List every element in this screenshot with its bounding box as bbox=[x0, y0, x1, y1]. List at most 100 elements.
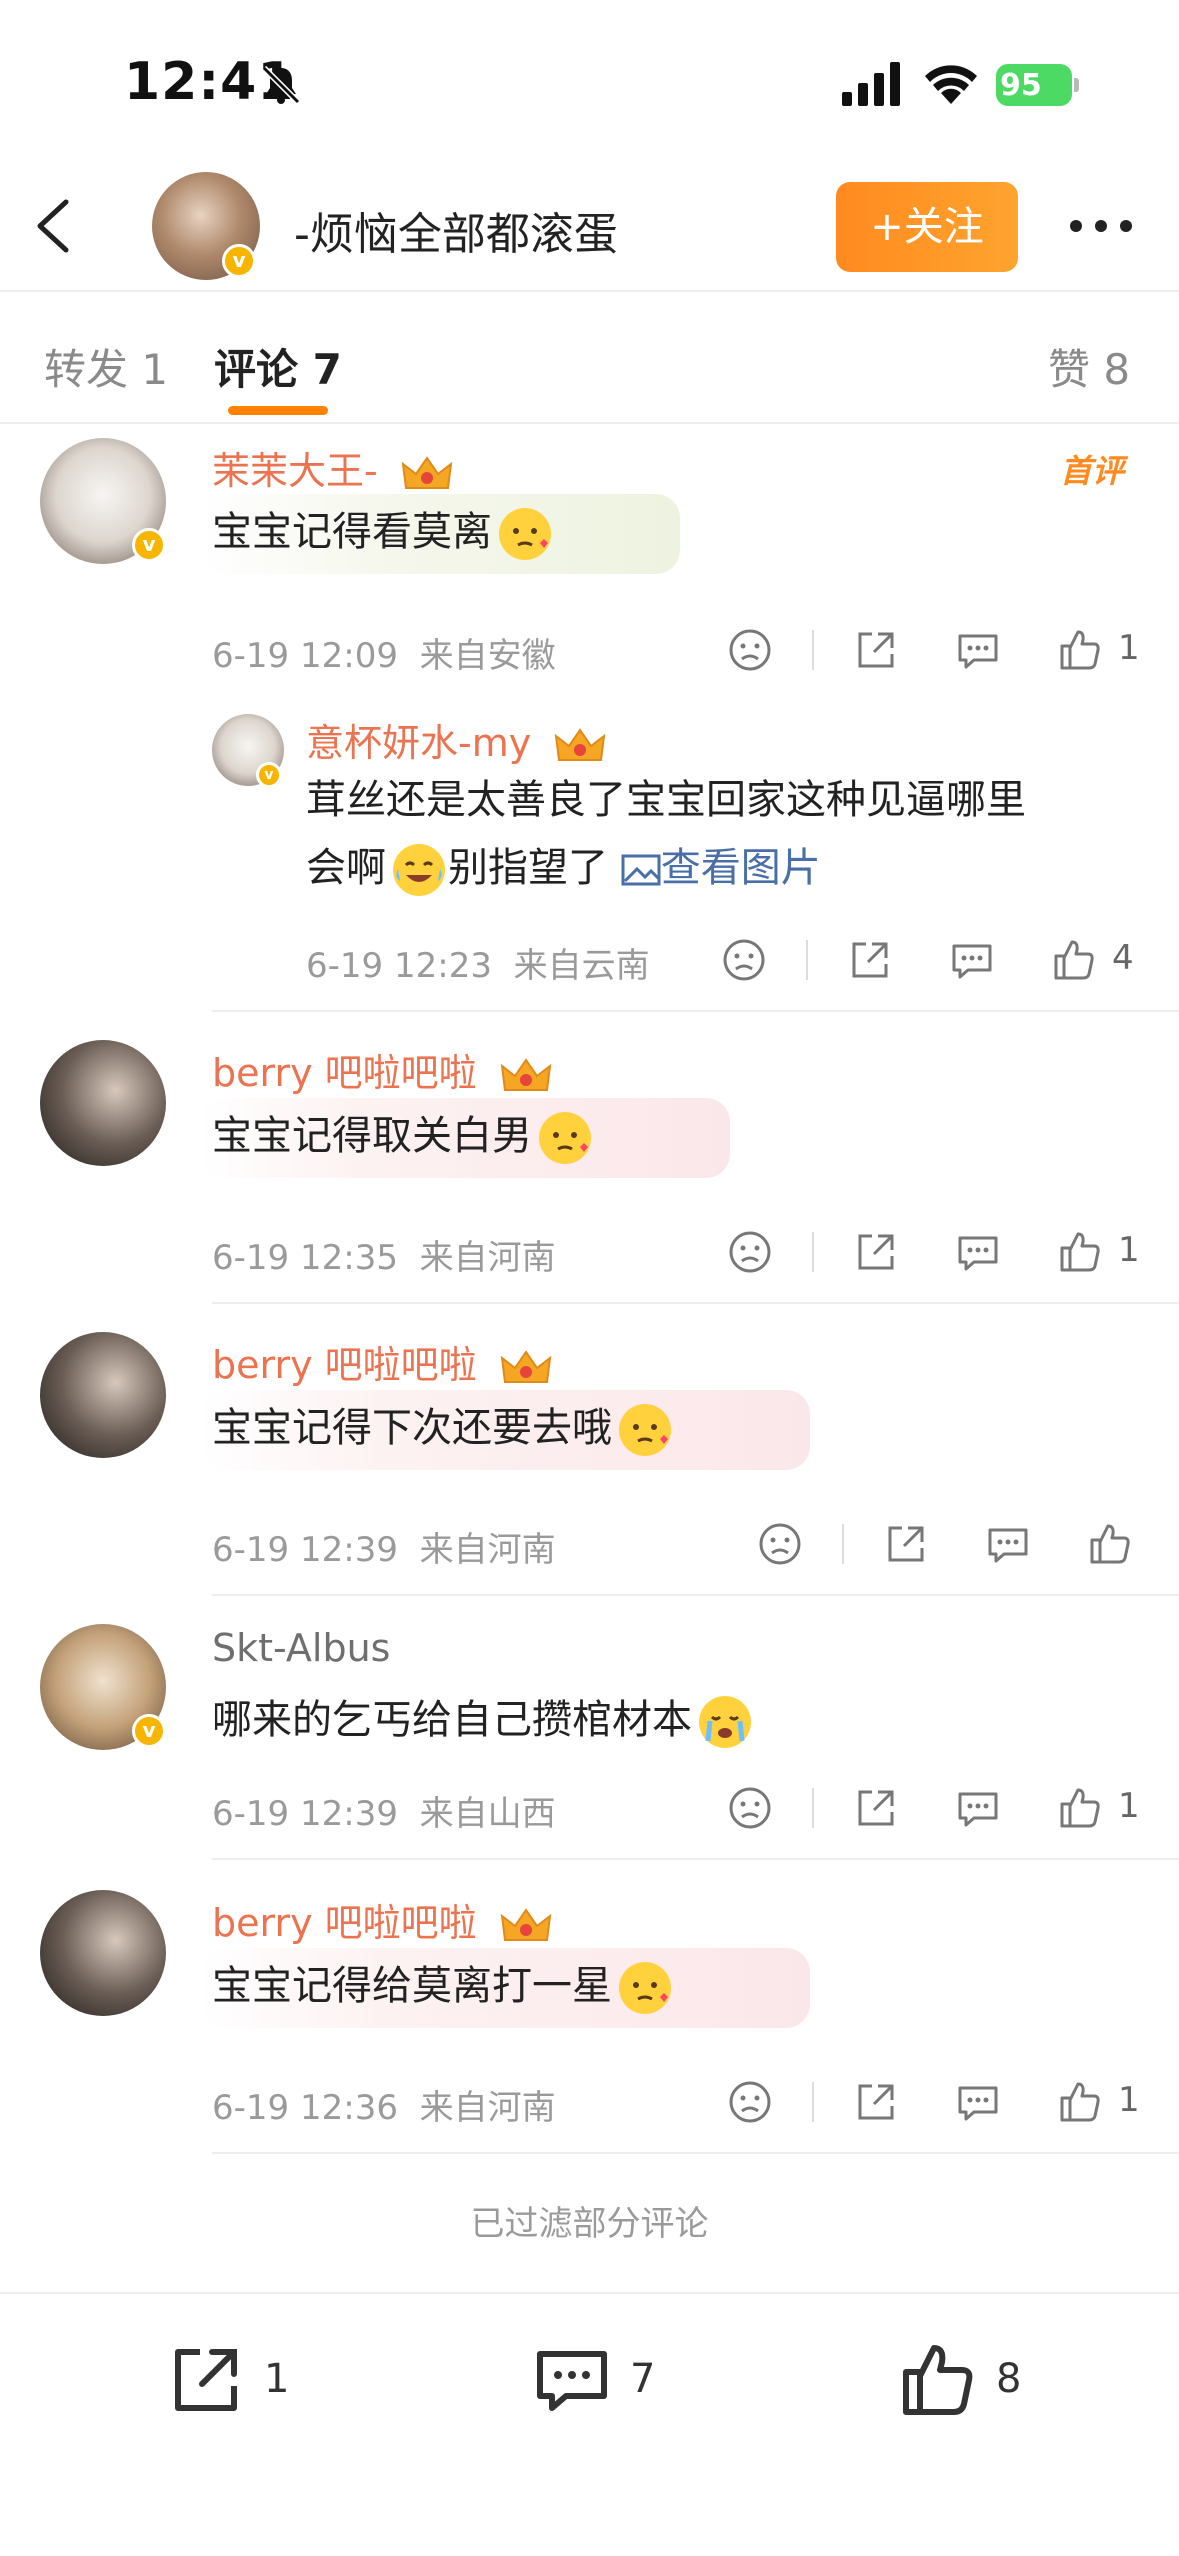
comment-item: berry 吧啦吧啦 宝宝记得取关白男 6-19 12:35 来自河南 1 bbox=[0, 1040, 1179, 1304]
comment-meta: 6-19 12:39 来自山西 bbox=[212, 1794, 556, 1834]
back-arrow-icon[interactable] bbox=[30, 194, 78, 258]
reply-icon[interactable] bbox=[954, 2078, 1002, 2126]
comment-actions bbox=[756, 1520, 1179, 1580]
share-icon[interactable] bbox=[852, 1784, 900, 1832]
comment-actions: 1 bbox=[726, 1228, 1166, 1288]
tab-repost[interactable]: 转发 1 bbox=[44, 336, 168, 397]
commenter-avatar[interactable] bbox=[40, 1332, 166, 1458]
share-icon[interactable] bbox=[852, 626, 900, 674]
crown-badge-icon bbox=[500, 1349, 552, 1383]
comment-item: berry 吧啦吧啦 宝宝记得给莫离打一星 6-19 12:36 来自河南 1 bbox=[0, 1890, 1179, 2154]
comment-item: berry 吧啦吧啦 宝宝记得下次还要去哦 6-19 12:39 来自河南 bbox=[0, 1332, 1179, 1596]
dislike-face-icon[interactable] bbox=[726, 626, 774, 674]
dislike-face-icon[interactable] bbox=[726, 1228, 774, 1276]
bottom-action-bar: 1 7 8 bbox=[0, 2292, 1179, 2556]
cellular-signal-icon bbox=[842, 62, 900, 106]
battery-icon: 95 bbox=[996, 64, 1080, 106]
like-thumb-icon[interactable] bbox=[1050, 936, 1098, 984]
share-icon[interactable] bbox=[882, 1520, 930, 1568]
comment-meta: 6-19 12:35 来自河南 bbox=[212, 1238, 556, 1278]
comment-meta: 6-19 12:09 来自安徽 bbox=[212, 636, 556, 676]
verified-badge-icon: v bbox=[132, 528, 166, 562]
divider bbox=[212, 1594, 1179, 1596]
commenter-name[interactable]: Skt-Albus bbox=[212, 1626, 390, 1670]
comment-text: 哪来的乞丐给自己攒棺材本 bbox=[212, 1686, 754, 1754]
like-button[interactable]: 8 bbox=[896, 2338, 1096, 2428]
reply-meta: 6-19 12:23 来自云南 bbox=[306, 946, 650, 986]
verified-badge-icon: v bbox=[222, 244, 256, 278]
reply-icon[interactable] bbox=[954, 1228, 1002, 1276]
reply-icon[interactable] bbox=[954, 626, 1002, 674]
like-count: 1 bbox=[1118, 628, 1140, 668]
bell-muted-icon bbox=[261, 65, 301, 105]
follow-button[interactable]: +关注 bbox=[836, 182, 1018, 272]
image-icon bbox=[621, 854, 661, 886]
comment-icon bbox=[537, 2351, 607, 2411]
crown-badge-icon bbox=[500, 1057, 552, 1091]
repost-button[interactable]: 1 bbox=[164, 2338, 364, 2428]
like-count: 4 bbox=[1112, 938, 1134, 978]
like-count: 1 bbox=[1118, 2080, 1140, 2120]
filtered-comments-note: 已过滤部分评论 bbox=[470, 2204, 709, 2244]
emoji-laugh-cry-icon bbox=[393, 844, 445, 896]
emoji-love-icon bbox=[619, 1404, 671, 1456]
dislike-face-icon[interactable] bbox=[726, 2078, 774, 2126]
reply-icon[interactable] bbox=[984, 1520, 1032, 1568]
comment-text: 宝宝记得给莫离打一星 bbox=[212, 1952, 674, 2020]
comment-text: 宝宝记得看莫离 bbox=[212, 498, 554, 566]
commenter-name[interactable]: berry 吧啦吧啦 bbox=[212, 1892, 553, 1947]
emoji-love-icon bbox=[499, 508, 551, 560]
wifi-icon bbox=[925, 65, 977, 104]
comment-button[interactable]: 7 bbox=[530, 2338, 730, 2428]
like-thumb-icon[interactable] bbox=[1056, 1784, 1104, 1832]
dislike-face-icon[interactable] bbox=[720, 936, 768, 984]
share-icon[interactable] bbox=[852, 1228, 900, 1276]
comment-text: 宝宝记得下次还要去哦 bbox=[212, 1394, 674, 1462]
divider bbox=[212, 1858, 1179, 1860]
dislike-face-icon[interactable] bbox=[726, 1784, 774, 1832]
crown-badge-icon bbox=[500, 1907, 552, 1941]
emoji-love-icon bbox=[619, 1962, 671, 2014]
like-count: 1 bbox=[1118, 1230, 1140, 1270]
like-thumb-icon bbox=[903, 2345, 973, 2415]
comment-text: 宝宝记得取关白男 bbox=[212, 1102, 594, 1170]
view-image-link[interactable]: 查看图片 bbox=[621, 845, 821, 891]
reply-name[interactable]: 意杯妍水-my bbox=[306, 712, 607, 767]
more-options-icon[interactable] bbox=[1066, 212, 1136, 240]
commenter-name[interactable]: berry 吧啦吧啦 bbox=[212, 1042, 553, 1097]
active-tab-indicator bbox=[228, 406, 328, 415]
tab-comments[interactable]: 评论 7 bbox=[214, 336, 342, 397]
repost-icon bbox=[175, 2349, 237, 2411]
status-bar: 12:41 95 bbox=[0, 0, 1179, 150]
like-count-total: 8 bbox=[996, 2356, 1022, 2402]
author-name[interactable]: -烦恼全部都滚蛋 bbox=[294, 198, 618, 262]
commenter-name[interactable]: berry 吧啦吧啦 bbox=[212, 1334, 553, 1389]
like-thumb-icon[interactable] bbox=[1056, 626, 1104, 674]
like-count: 1 bbox=[1118, 1786, 1140, 1826]
divider bbox=[212, 1302, 1179, 1304]
share-icon[interactable] bbox=[852, 2078, 900, 2126]
reply-icon[interactable] bbox=[954, 1784, 1002, 1832]
crown-badge-icon bbox=[555, 727, 606, 761]
like-thumb-icon[interactable] bbox=[1056, 2078, 1104, 2126]
first-comment-badge: 首评 bbox=[1060, 452, 1125, 490]
like-thumb-icon[interactable] bbox=[1056, 1228, 1104, 1276]
divider bbox=[212, 2152, 1179, 2154]
comment-actions: 1 bbox=[726, 626, 1166, 686]
crown-badge-icon bbox=[401, 455, 453, 489]
battery-percent: 95 bbox=[1000, 68, 1042, 103]
like-thumb-icon[interactable] bbox=[1086, 1520, 1134, 1568]
dislike-face-icon[interactable] bbox=[756, 1520, 804, 1568]
commenter-name[interactable]: 茉茉大王- bbox=[212, 440, 454, 495]
reply-icon[interactable] bbox=[948, 936, 996, 984]
verified-badge-icon: v bbox=[132, 1714, 166, 1748]
post-header: v -烦恼全部都滚蛋 +关注 bbox=[0, 160, 1179, 292]
tab-likes[interactable]: 赞 8 bbox=[1048, 336, 1130, 397]
reply-actions: 4 bbox=[720, 936, 1160, 996]
comment-meta: 6-19 12:39 来自河南 bbox=[212, 1530, 556, 1570]
repost-count: 1 bbox=[264, 2356, 290, 2402]
commenter-avatar[interactable] bbox=[40, 1890, 166, 2016]
share-icon[interactable] bbox=[846, 936, 894, 984]
comment-count: 7 bbox=[630, 2356, 656, 2402]
commenter-avatar[interactable] bbox=[40, 1040, 166, 1166]
